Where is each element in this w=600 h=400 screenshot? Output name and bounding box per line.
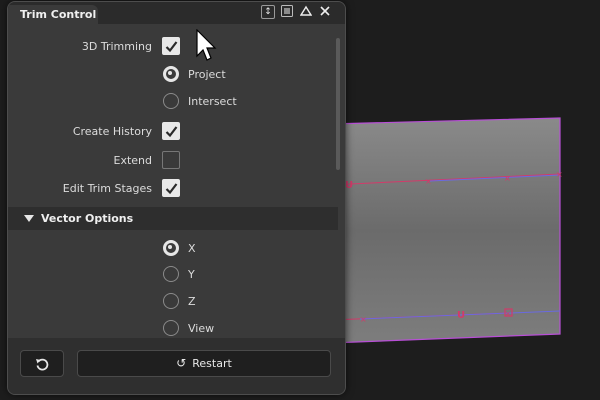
expand-icon[interactable]: ↕ — [261, 5, 275, 19]
panel-scrollbar[interactable] — [336, 38, 340, 170]
undo-button[interactable] — [20, 350, 64, 377]
svg-text:×: × — [425, 177, 432, 186]
close-icon[interactable] — [318, 5, 332, 19]
row-create-history: Create History — [8, 121, 338, 143]
menu-icon[interactable] — [280, 5, 294, 19]
label-vector-z: Z — [188, 295, 196, 308]
checkbox-3d-trimming[interactable] — [162, 37, 180, 55]
label-extend: Extend — [113, 154, 153, 167]
restart-button[interactable]: ↺ Restart — [77, 350, 331, 377]
checkbox-extend[interactable] — [162, 151, 180, 169]
row-extend: Extend — [8, 150, 338, 172]
checkbox-create-history[interactable] — [162, 122, 180, 140]
radio-vector-x[interactable] — [163, 240, 179, 256]
label-vector-x: X — [188, 242, 196, 255]
radio-vector-y[interactable] — [163, 266, 179, 282]
restart-icon: ↺ — [176, 356, 187, 370]
radio-project[interactable] — [163, 66, 179, 82]
svg-text:×: × — [505, 310, 511, 318]
label-create-history: Create History — [72, 125, 152, 138]
row-intersect: Intersect — [8, 91, 338, 113]
row-edit-trim-stages: Edit Trim Stages — [8, 178, 338, 200]
row-3d-trimming: 3D Trimming — [8, 36, 338, 58]
vector-options-header[interactable]: Vector Options — [8, 207, 338, 230]
trim-control-panel: Trim Control ↕ 3D Trimming Project Inter… — [7, 1, 346, 395]
restart-label: Restart — [192, 357, 232, 370]
mouse-cursor-icon — [196, 29, 217, 61]
checkbox-edit-trim-stages[interactable] — [162, 179, 180, 197]
panel-titlebar[interactable]: Trim Control ↕ — [8, 2, 345, 24]
svg-text:×: × — [504, 174, 511, 183]
label-3d-trimming: 3D Trimming — [81, 40, 152, 53]
row-vector-view: View — [8, 318, 338, 340]
label-edit-trim-stages: Edit Trim Stages — [62, 182, 152, 195]
trim-surface — [329, 117, 561, 344]
radio-vector-z[interactable] — [163, 293, 179, 309]
undo-icon — [36, 358, 49, 371]
triangle-down-icon — [24, 215, 34, 222]
svg-text:U: U — [457, 310, 465, 321]
radio-vector-view[interactable] — [163, 320, 179, 336]
row-project: Project — [8, 64, 338, 86]
svg-text:×: × — [360, 315, 367, 324]
label-vector-view: View — [188, 322, 215, 335]
vector-options-title: Vector Options — [41, 212, 134, 225]
svg-text:×: × — [556, 170, 563, 179]
radio-intersect[interactable] — [163, 93, 179, 109]
label-intersect: Intersect — [188, 95, 237, 108]
panel-footer: ↺ Restart — [8, 338, 345, 394]
panel-title: Trim Control — [8, 5, 98, 24]
label-project: Project — [188, 68, 226, 81]
row-vector-z: Z — [8, 291, 338, 313]
label-vector-y: Y — [188, 268, 195, 281]
row-vector-x: X — [8, 238, 338, 260]
row-vector-y: Y — [8, 264, 338, 286]
collapse-icon[interactable] — [299, 5, 313, 19]
svg-text:U: U — [345, 180, 353, 191]
